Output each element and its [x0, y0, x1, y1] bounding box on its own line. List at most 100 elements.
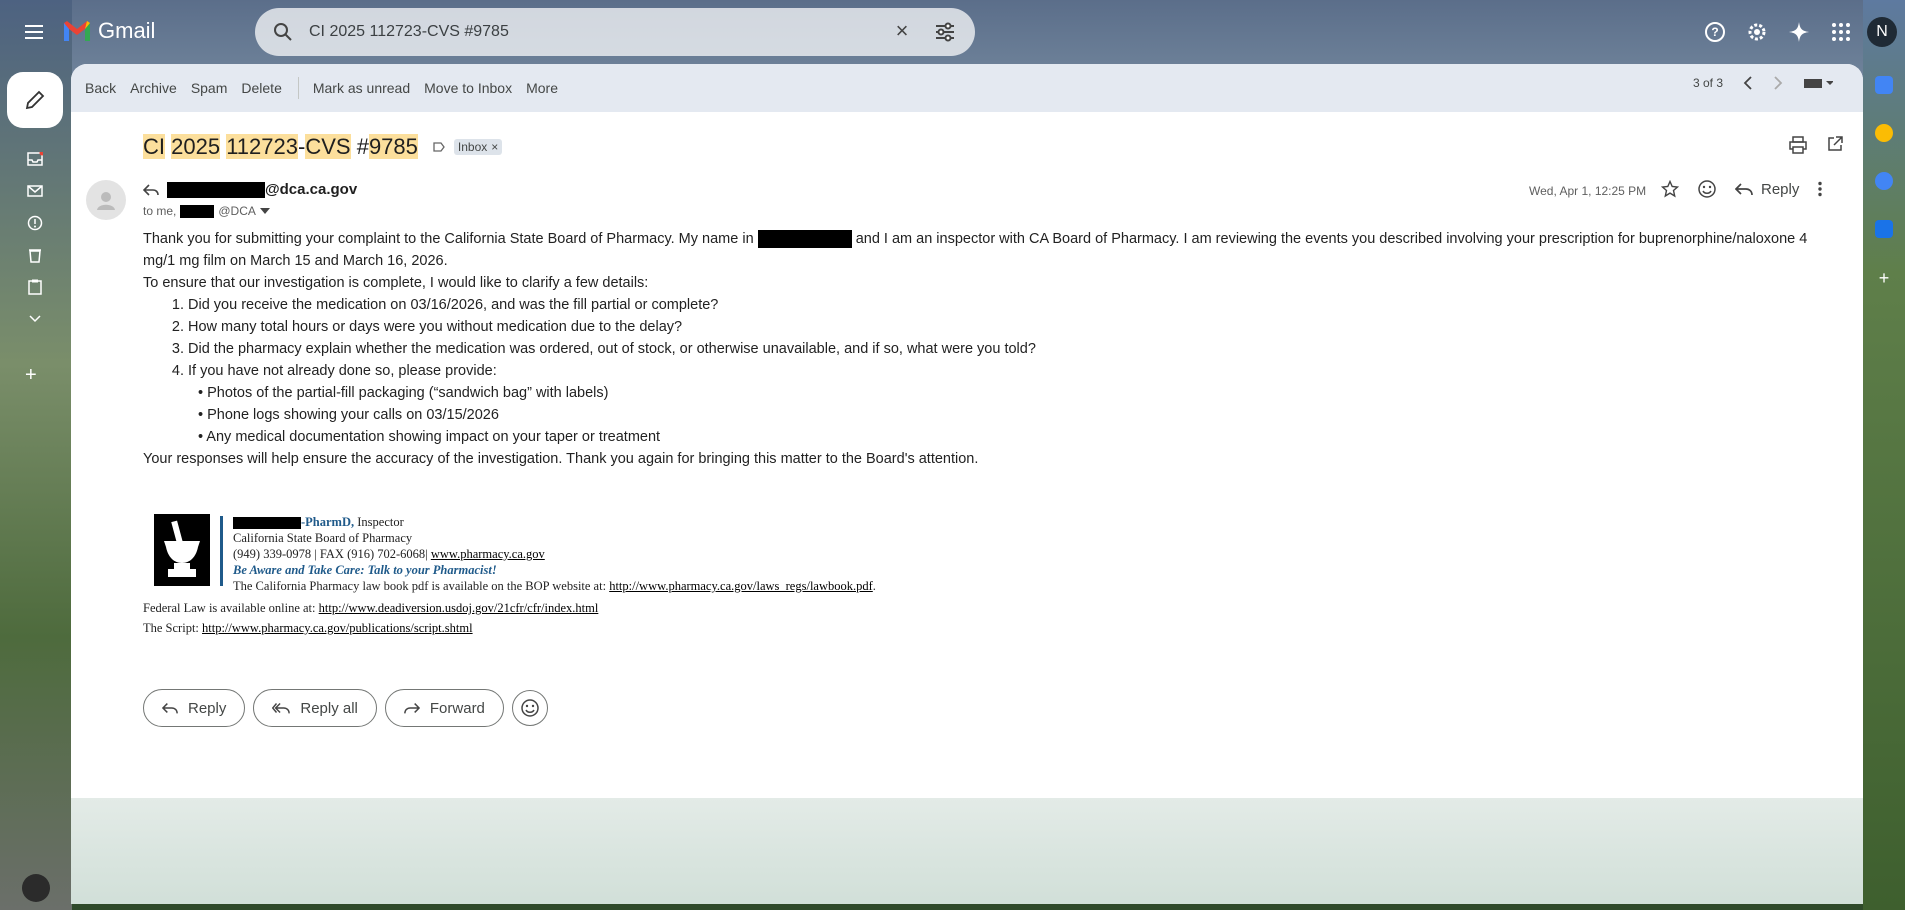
sender-avatar[interactable] [86, 180, 126, 220]
settings-gear-icon[interactable] [1739, 14, 1775, 50]
star-icon[interactable] [1661, 180, 1679, 198]
federal-law-link[interactable]: http://www.deadiversion.usdoj.gov/21cfr/… [319, 601, 599, 615]
federal-law-line: Federal Law is available online at: http… [143, 600, 1043, 616]
search-options-icon[interactable] [933, 20, 957, 44]
subject-part: 2025 [171, 134, 221, 159]
signature-slogan: Be Aware and Take Care: Talk to your Pha… [233, 563, 497, 577]
importance-marker-icon[interactable] [432, 140, 446, 154]
smiley-icon [521, 699, 539, 717]
gmail-logo-text: Gmail [98, 18, 156, 43]
signature-name-line: -PharmD, Inspector [233, 514, 1133, 530]
inbox-label-chip[interactable]: Inbox × [453, 139, 503, 155]
calendar-app-icon[interactable] [1875, 76, 1893, 94]
reply-top-label: Reply [1761, 180, 1800, 198]
input-tools-keyboard-icon[interactable] [1803, 76, 1833, 90]
lawbook-line: The California Pharmacy law book pdf is … [233, 578, 1133, 594]
body-paragraph-3: Your responses will help ensure the accu… [143, 451, 979, 467]
subject-line: CI 2025 112723-CVS #9785 [143, 134, 418, 160]
more-button[interactable]: More [526, 80, 558, 96]
clipboard-nav-icon[interactable] [22, 278, 48, 296]
top-right-icons: ? N [1691, 14, 1905, 50]
reply-all-label: Reply all [300, 699, 358, 717]
account-avatar[interactable]: N [1867, 17, 1897, 47]
website-link[interactable]: www.pharmacy.ca.gov [431, 547, 545, 561]
help-icon[interactable]: ? [1697, 14, 1733, 50]
previous-chevron-icon[interactable] [1743, 76, 1753, 90]
message-body: Thank you for submitting your complaint … [143, 228, 1843, 470]
lawbook-link[interactable]: http://www.pharmacy.ca.gov/laws_regs/law… [609, 579, 873, 593]
add-label-icon[interactable]: + [25, 364, 37, 387]
signature-org: California State Board of Pharmacy [233, 531, 413, 545]
reply-all-icon [272, 702, 291, 714]
forward-button[interactable]: Forward [384, 689, 504, 727]
clear-search-icon[interactable]: × [890, 20, 914, 44]
body-paragraph-1: Thank you for submitting your complaint … [143, 228, 1843, 272]
delete-button[interactable]: Delete [241, 80, 281, 96]
panel-bottom-area [71, 798, 1863, 904]
gmail-logo[interactable]: Gmail [62, 18, 155, 44]
print-icon[interactable] [1789, 136, 1807, 154]
top-bar: Gmail × ? N [0, 0, 1905, 64]
question-item: Did you receive the medication on 03/16/… [188, 294, 1843, 316]
sender-row: @dca.ca.gov [143, 181, 358, 199]
contacts-app-icon[interactable] [1875, 220, 1893, 238]
sender-address[interactable]: @dca.ca.gov [167, 181, 358, 199]
lawbook-text: The California Pharmacy law book pdf is … [233, 579, 610, 593]
signature-divider [220, 516, 223, 586]
sender-domain: @dca.ca.gov [265, 181, 358, 198]
expand-more-icon[interactable] [22, 310, 48, 328]
search-bar: × [255, 8, 975, 56]
main-menu-button[interactable] [18, 18, 50, 46]
mark-unread-button[interactable]: Mark as unread [313, 80, 410, 96]
search-input[interactable] [309, 20, 909, 44]
reply-button-top[interactable]: Reply [1735, 181, 1799, 198]
lawbook-end: . [872, 579, 876, 593]
reply-icon [162, 703, 178, 714]
open-new-window-icon[interactable] [1827, 136, 1843, 152]
reply-icon [1735, 183, 1753, 196]
gemini-sparkle-icon[interactable] [1781, 14, 1817, 50]
more-options-icon[interactable] [1817, 181, 1823, 197]
keep-app-icon[interactable] [1875, 124, 1893, 142]
phone-fax: (949) 339-0978 | FAX (916) 702-6068| [233, 547, 431, 561]
all-mail-nav-icon[interactable] [22, 182, 48, 200]
redacted-name [167, 182, 265, 199]
tasks-app-icon[interactable] [1875, 172, 1893, 190]
background-left [0, 0, 72, 910]
trash-nav-icon[interactable] [22, 246, 48, 264]
subject-part: 112723 [226, 134, 298, 159]
side-panel-apps: + [1863, 76, 1905, 289]
script-line: The Script: http://www.pharmacy.ca.gov/p… [143, 620, 1043, 636]
recipient-details-dropdown-icon[interactable] [259, 208, 270, 214]
reply-all-button[interactable]: Reply all [253, 689, 377, 727]
bottom-left-circle-icon[interactable] [22, 874, 50, 902]
next-chevron-icon[interactable] [1773, 76, 1783, 90]
reply-button[interactable]: Reply [143, 689, 246, 727]
inbox-nav-icon[interactable] [22, 150, 48, 168]
redacted-signer-name [233, 517, 301, 530]
emoji-reaction-icon[interactable] [1697, 179, 1717, 199]
emoji-react-button[interactable] [511, 690, 548, 726]
spam-button[interactable]: Spam [191, 80, 228, 96]
pager-text: 3 of 3 [1692, 76, 1723, 90]
apps-grid-icon[interactable] [1823, 14, 1859, 50]
script-link[interactable]: http://www.pharmacy.ca.gov/publications/… [202, 621, 473, 635]
compose-button[interactable] [7, 72, 63, 128]
bullet-item: • Phone logs showing your calls on 03/15… [198, 407, 499, 423]
subject-part: # [356, 134, 369, 159]
archive-button[interactable]: Archive [130, 80, 177, 96]
back-button[interactable]: Back [85, 80, 116, 96]
pharmd-credential: -PharmD, [301, 515, 355, 529]
question-list: Did you receive the medication on 03/16/… [188, 294, 1843, 382]
reply-label: Reply [188, 699, 227, 717]
get-addons-icon[interactable]: + [1879, 268, 1890, 289]
federal-text: Federal Law is available online at: [143, 601, 319, 615]
message-toolbar: Back Archive Spam Delete Mark as unread … [71, 64, 1863, 112]
script-text: The Script: [143, 621, 203, 635]
remove-label-icon[interactable]: × [491, 140, 498, 154]
toolbar-divider [297, 77, 299, 99]
move-to-inbox-button[interactable]: Move to Inbox [424, 80, 512, 96]
to-prefix: to me, [143, 204, 177, 218]
search-icon[interactable] [273, 22, 293, 42]
spam-nav-icon[interactable] [22, 214, 48, 232]
